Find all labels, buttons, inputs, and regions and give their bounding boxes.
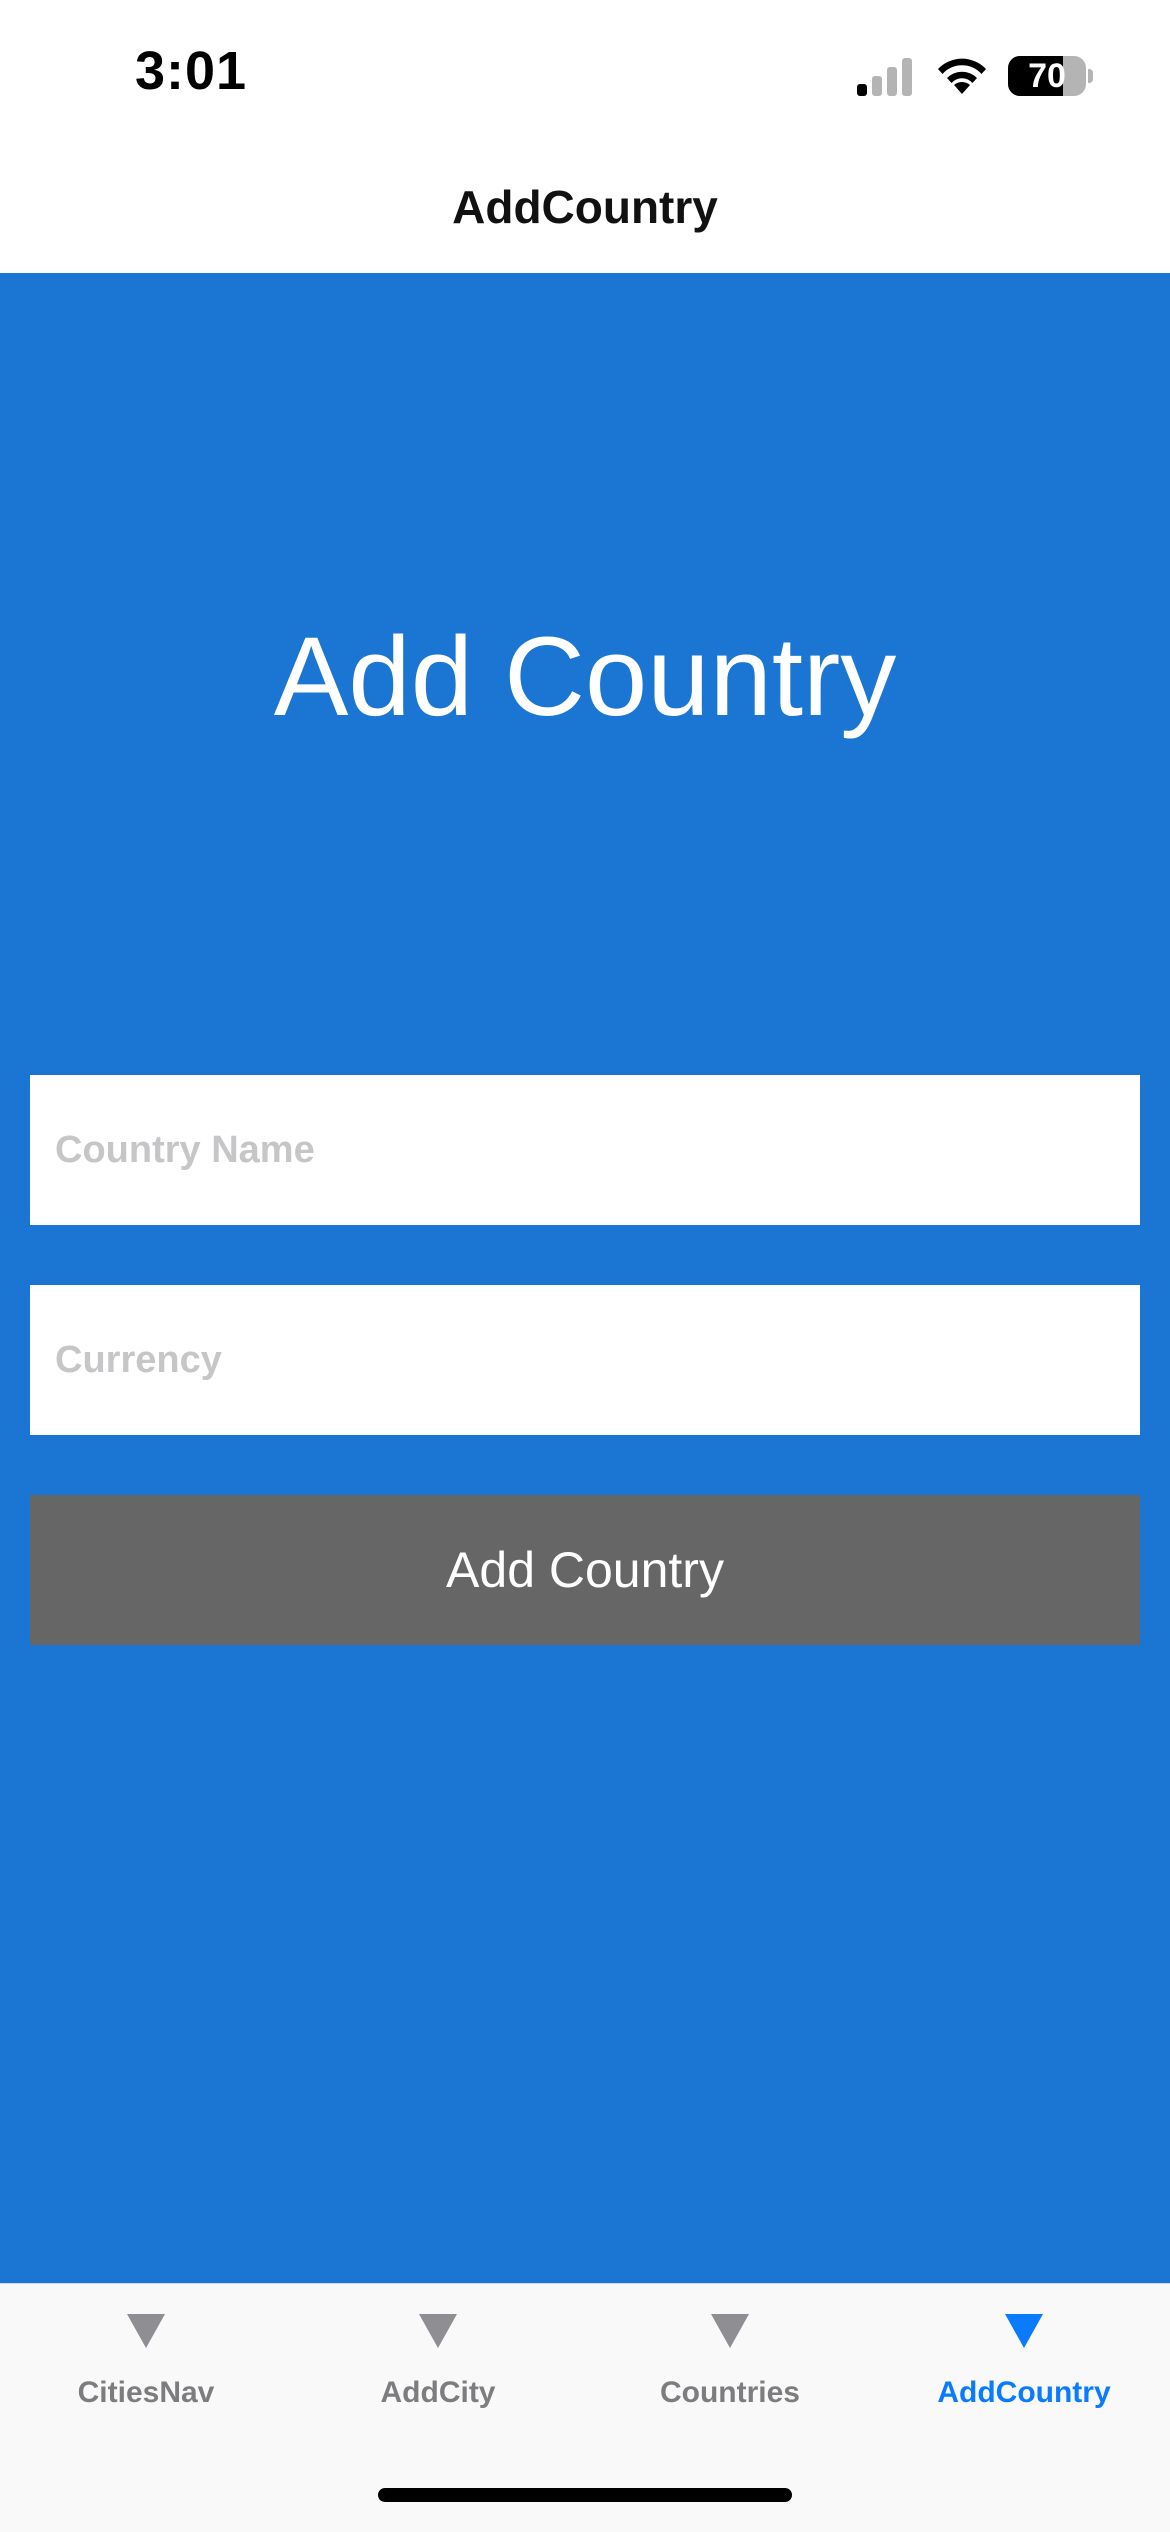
tab-label: CitiesNav — [77, 2376, 215, 2409]
currency-input[interactable] — [30, 1285, 1140, 1435]
triangle-down-icon — [1005, 2314, 1043, 2348]
tab-addcity[interactable]: AddCity — [292, 2314, 584, 2434]
tab-label: AddCountry — [937, 2376, 1111, 2409]
form-container — [0, 273, 1170, 2283]
tab-citiesnav[interactable]: CitiesNav — [0, 2314, 292, 2434]
battery-tip — [1088, 69, 1093, 83]
battery-level: 70 — [1028, 57, 1066, 95]
triangle-down-icon — [711, 2314, 749, 2348]
tab-label: Countries — [659, 2376, 800, 2409]
tab-addcountry[interactable]: AddCountry — [878, 2314, 1170, 2434]
battery-icon: 70 — [1008, 56, 1093, 96]
triangle-down-icon — [419, 2314, 457, 2348]
app-screen: 3:01 70 AddCountry Add Country Add Count… — [0, 0, 1170, 2532]
country-name-input[interactable] — [30, 1075, 1140, 1225]
cellular-signal-icon — [857, 58, 912, 96]
add-country-button[interactable]: Add Country — [30, 1495, 1140, 1645]
tab-label: AddCity — [380, 2376, 496, 2409]
status-bar: 3:01 70 — [0, 0, 1170, 150]
nav-title: AddCountry — [452, 181, 718, 233]
page-heading: Add Country — [273, 614, 897, 739]
home-indicator[interactable] — [378, 2488, 792, 2502]
triangle-down-icon — [127, 2314, 165, 2348]
tab-countries[interactable]: Countries — [584, 2314, 876, 2434]
navigation-bar: AddCountry — [0, 150, 1170, 273]
wifi-icon — [938, 58, 986, 94]
status-time: 3:01 — [135, 41, 248, 101]
battery-body: 70 — [1008, 56, 1086, 96]
